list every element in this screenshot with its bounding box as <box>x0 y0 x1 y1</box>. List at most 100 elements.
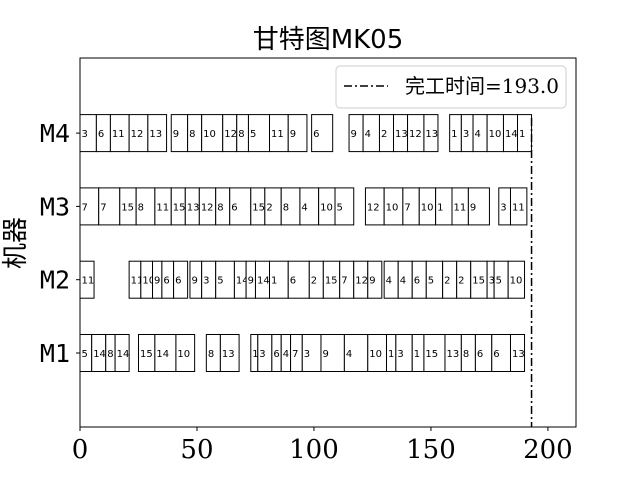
task-bar: 14 <box>154 334 177 372</box>
task-job-label: 13 <box>395 129 408 140</box>
task-bar: 4 <box>397 260 413 299</box>
task-job-label: 3 <box>463 129 469 140</box>
task-job-label: 7 <box>404 202 410 213</box>
task-job-label: 10 <box>369 349 382 360</box>
task-job-label: 12 <box>224 129 237 140</box>
task-bar: 11 <box>109 114 130 153</box>
x-tick-label: 50 <box>180 435 213 465</box>
task-bar: 4 <box>472 114 488 153</box>
x-tick-label: 0 <box>72 435 89 465</box>
y-tick-label: M1 <box>40 339 70 368</box>
task-bar: 13 <box>393 114 409 153</box>
task-bar: 8 <box>215 187 231 226</box>
task-job-label: 12 <box>367 202 380 213</box>
task-job-label: 6 <box>493 349 499 360</box>
task-job-label: 15 <box>140 349 153 360</box>
task-bar: 8 <box>280 187 301 226</box>
task-job-label: 15 <box>425 349 438 360</box>
task-bar: 4 <box>343 334 369 372</box>
task-job-label: 9 <box>154 276 160 287</box>
task-job-label: 15 <box>472 276 485 287</box>
task-job-label: 6 <box>163 276 169 287</box>
task-job-label: 9 <box>173 129 179 140</box>
task-job-label: 10 <box>489 129 502 140</box>
x-tick-label: 200 <box>523 435 573 465</box>
task-bar: 11 <box>509 187 528 226</box>
task-bar: 13 <box>147 114 168 153</box>
task-bar: 15 <box>250 187 266 226</box>
task-bar: 15 <box>119 187 137 226</box>
task-bar: 6 <box>173 260 189 299</box>
task-job-label: 8 <box>238 129 244 140</box>
task-job-label: 7 <box>82 202 88 213</box>
task-bar: 1 <box>517 114 533 153</box>
task-bar: 9 <box>320 334 345 372</box>
task-bar: 9 <box>287 114 308 153</box>
task-job-label: 15 <box>173 202 186 213</box>
task-job-label: 11 <box>454 202 467 213</box>
task-bar: 8 <box>187 114 203 153</box>
task-bar: 3 <box>257 334 273 372</box>
task-job-label: 14 <box>117 349 130 360</box>
task-job-label: 14 <box>257 276 270 287</box>
task-job-label: 9 <box>470 202 476 213</box>
legend-label: 完工时间=193.0 <box>405 74 559 98</box>
task-job-label: 8 <box>283 202 289 213</box>
task-job-label: 5 <box>217 276 223 287</box>
task-bar: 6 <box>311 114 334 153</box>
task-bar: 15 <box>322 260 341 299</box>
task-job-label: 4 <box>365 129 371 140</box>
task-bar: 7 <box>402 187 420 226</box>
task-bar: 9 <box>189 260 203 299</box>
task-bar: 10 <box>383 187 404 226</box>
task-job-label: 8 <box>208 349 214 360</box>
task-bar: 11 <box>451 187 469 226</box>
task-bar: 9 <box>367 260 383 299</box>
task-bar: 12 <box>353 260 369 299</box>
task-job-label: 5 <box>428 276 434 287</box>
task-bar: 15 <box>470 260 488 299</box>
task-bar: 3 <box>460 114 474 153</box>
task-bar: 4 <box>383 260 399 299</box>
task-job-label: 5 <box>337 202 343 213</box>
task-job-label: 13 <box>149 129 162 140</box>
task-job-label: 7 <box>341 276 347 287</box>
task-bar: 9 <box>170 114 189 153</box>
task-job-label: 6 <box>231 202 237 213</box>
task-job-label: 15 <box>121 202 134 213</box>
task-bar: 6 <box>474 334 493 372</box>
task-bar: 7 <box>79 187 100 226</box>
task-job-label: 2 <box>311 276 317 287</box>
task-job-label: 4 <box>386 276 392 287</box>
task-bar: 13 <box>423 114 439 153</box>
task-bar: 8 <box>135 187 156 226</box>
task-bar: 13 <box>444 334 462 372</box>
task-bar: 7 <box>339 260 355 299</box>
task-bar: 1 <box>449 114 462 153</box>
task-bar: 3 <box>79 114 97 153</box>
task-job-label: 9 <box>351 129 357 140</box>
task-job-label: 15 <box>252 202 265 213</box>
task-bar: 5 <box>247 114 271 153</box>
task-bar: 13 <box>509 334 526 372</box>
task-bar: 14 <box>254 260 271 299</box>
task-bar: 6 <box>229 187 252 226</box>
task-job-label: 8 <box>107 349 113 360</box>
task-job-label: 8 <box>189 129 195 140</box>
task-job-label: 13 <box>425 129 438 140</box>
task-job-label: 14 <box>156 349 169 360</box>
task-job-label: 11 <box>271 129 284 140</box>
task-bar: 5 <box>215 260 235 299</box>
task-job-label: 6 <box>477 349 483 360</box>
y-axis-label: 机器 <box>1 217 31 269</box>
task-bar: 10 <box>367 334 387 372</box>
task-bar: 1 <box>269 260 289 299</box>
task-job-label: 10 <box>203 129 216 140</box>
task-job-label: 8 <box>138 202 144 213</box>
task-bar: 14 <box>91 334 107 372</box>
task-bar: 2 <box>308 260 324 299</box>
task-bar: 12 <box>407 114 425 153</box>
legend: 完工时间=193.0 <box>335 65 567 109</box>
task-job-label: 8 <box>217 202 223 213</box>
task-bar: 6 <box>411 260 427 299</box>
